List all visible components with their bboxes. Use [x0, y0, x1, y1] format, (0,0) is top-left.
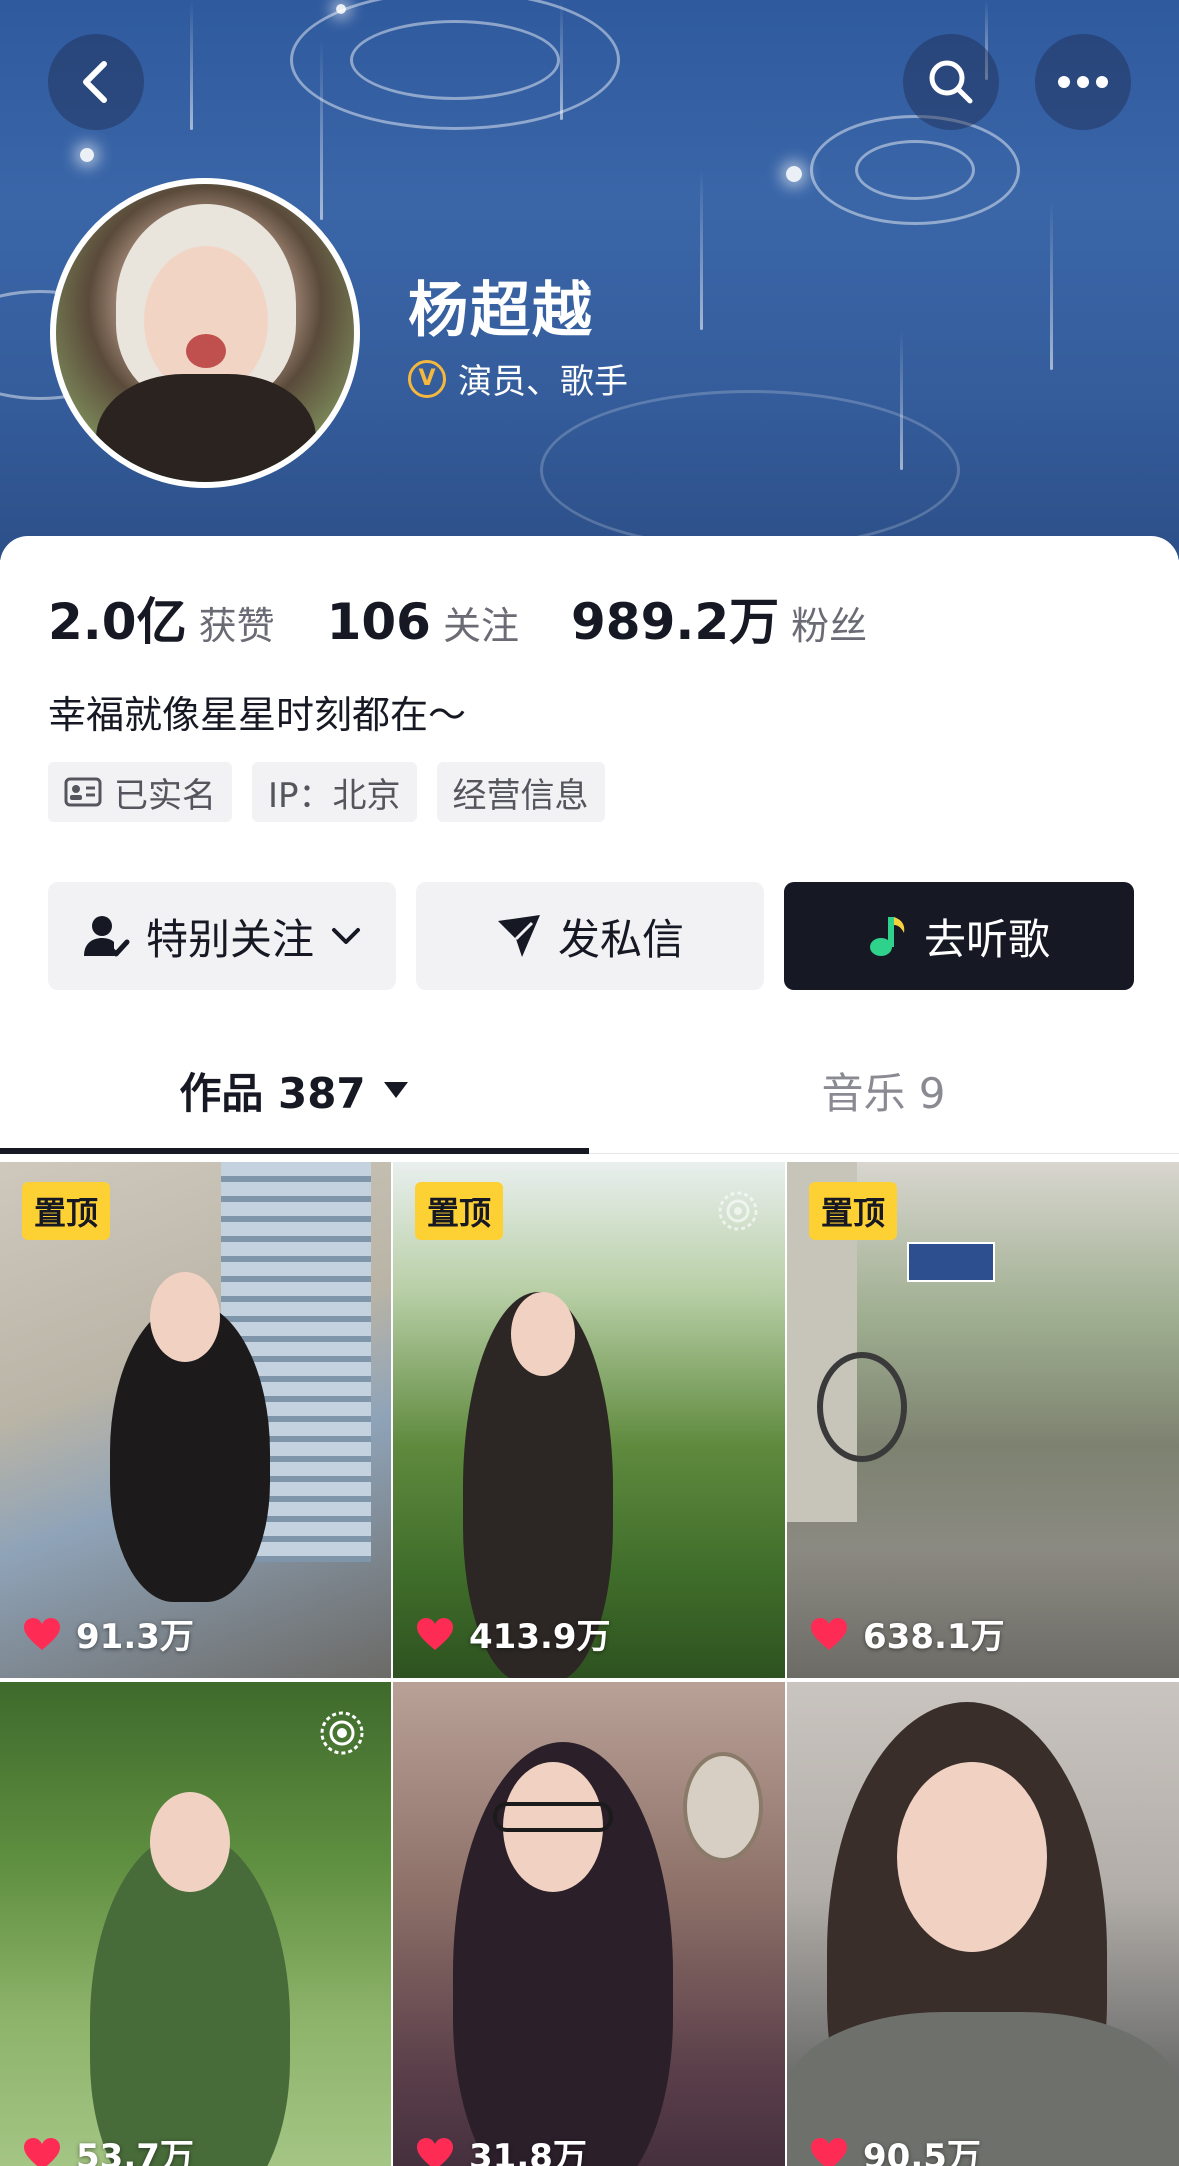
like-count: 638.1万 — [809, 1609, 1005, 1658]
chevron-down-icon — [332, 928, 360, 944]
more-icon — [1058, 76, 1108, 88]
video-thumbnail[interactable]: 置顶 638.1万 — [787, 1162, 1179, 1678]
following-label[interactable]: 关注 — [443, 595, 519, 650]
avatar-hair — [96, 374, 316, 482]
rain-decoration — [190, 0, 193, 130]
like-count-text: 31.8万 — [469, 2137, 587, 2166]
profile-name: 杨超越 — [408, 276, 594, 346]
tab-indicator — [0, 1148, 589, 1154]
tab-works-label: 作品 387 — [179, 1068, 366, 1118]
special-follow-button[interactable]: 特别关注 — [48, 882, 396, 990]
heart-icon — [24, 1617, 60, 1650]
profile-header: 杨超越 V 演员、歌手 — [0, 0, 1179, 560]
likes-label[interactable]: 获赞 — [199, 595, 275, 650]
verified-text: 演员、歌手 — [458, 362, 628, 402]
pinned-badge: 置顶 — [415, 1182, 504, 1240]
ripple-decoration — [855, 140, 975, 200]
like-count-text: 90.5万 — [863, 2137, 981, 2166]
verified-icon: V — [408, 359, 446, 398]
pinned-badge: 置顶 — [809, 1182, 898, 1240]
tab-music-label: 音乐 9 — [821, 1068, 946, 1118]
pinned-badge: 置顶 — [22, 1182, 111, 1240]
video-thumbnail[interactable]: 置顶 413.9万 — [393, 1162, 785, 1678]
send-message-button[interactable]: 发私信 — [416, 882, 764, 990]
video-grid: 置顶 91.3万 置顶 413.9万 置顶 638.1万 53.7万 31.8万… — [0, 1162, 1179, 2166]
search-icon — [929, 60, 973, 104]
user-check-icon — [83, 916, 130, 957]
tab-works[interactable]: 作品 387 — [0, 1026, 589, 1154]
person-face — [897, 1762, 1047, 1952]
bio-text: 幸福就像星星时刻都在～ — [48, 693, 467, 737]
verified-row: V 演员、歌手 — [408, 354, 628, 403]
caret-down-icon — [383, 1082, 408, 1098]
listen-music-label: 去听歌 — [923, 914, 1050, 964]
avatar[interactable] — [50, 178, 360, 488]
content-tabs: 作品 387 音乐 9 — [0, 1026, 1179, 1154]
tag-ip[interactable]: IP：北京 — [252, 762, 417, 822]
back-button[interactable] — [48, 34, 144, 130]
live-photo-icon — [718, 1191, 758, 1231]
special-follow-label: 特别关注 — [145, 914, 314, 964]
id-card-icon — [64, 777, 102, 807]
like-count: 53.7万 — [22, 2129, 194, 2166]
like-count: 31.8万 — [415, 2129, 587, 2166]
tag-business-info[interactable]: 经营信息 — [436, 762, 605, 822]
tag-row: 已实名 IP：北京 经营信息 — [48, 762, 605, 822]
video-thumbnail[interactable]: 31.8万 — [393, 1682, 785, 2166]
like-count: 90.5万 — [809, 2129, 981, 2166]
person-face — [150, 1792, 230, 1892]
person-face — [150, 1272, 220, 1362]
like-count: 413.9万 — [415, 1609, 611, 1658]
music-note-icon — [869, 917, 905, 956]
rain-decoration — [700, 170, 703, 330]
likes-count[interactable]: 2.0亿 — [48, 582, 187, 654]
like-count-text: 53.7万 — [76, 2137, 194, 2166]
heart-icon — [417, 2137, 453, 2166]
bicycle-decoration — [817, 1352, 907, 1462]
video-thumbnail[interactable]: 置顶 91.3万 — [0, 1162, 391, 1678]
followers-count[interactable]: 989.2万 — [571, 582, 779, 654]
rain-decoration — [1050, 200, 1053, 370]
heart-icon — [811, 1617, 847, 1650]
stats-row: 2.0亿 获赞 106 关注 989.2万 粉丝 — [48, 582, 919, 654]
tag-verified-realname[interactable]: 已实名 — [48, 762, 232, 822]
video-thumbnail[interactable]: 53.7万 — [0, 1682, 391, 2166]
action-row: 特别关注 发私信 去听歌 — [48, 882, 1134, 990]
like-count-text: 638.1万 — [863, 1617, 1005, 1657]
search-button[interactable] — [903, 34, 999, 130]
sparkle-decoration — [80, 148, 94, 162]
ripple-decoration — [540, 390, 960, 550]
ripple-decoration — [350, 20, 560, 100]
person-face — [511, 1292, 575, 1376]
back-icon — [83, 61, 107, 103]
tag-label: 已实名 — [114, 775, 216, 816]
glasses-decoration — [493, 1802, 613, 1832]
heart-icon — [24, 2137, 60, 2166]
heart-icon — [811, 2137, 847, 2166]
mirror-decoration — [683, 1752, 763, 1862]
tag-label: 经营信息 — [452, 775, 589, 816]
avatar-mouth — [186, 334, 226, 368]
street-sign-decoration — [907, 1242, 995, 1282]
like-count-text: 91.3万 — [76, 1617, 194, 1657]
video-thumbnail[interactable]: 90.5万 — [787, 1682, 1179, 2166]
like-count: 91.3万 — [22, 1609, 194, 1658]
tab-music[interactable]: 音乐 9 — [589, 1026, 1178, 1154]
like-count-text: 413.9万 — [469, 1617, 611, 1657]
heart-icon — [417, 1617, 453, 1650]
send-icon — [497, 915, 540, 957]
following-count[interactable]: 106 — [327, 593, 431, 651]
listen-music-button[interactable]: 去听歌 — [784, 882, 1134, 990]
tag-label: IP：北京 — [268, 775, 401, 816]
live-photo-icon — [320, 1711, 364, 1755]
send-message-label: 发私信 — [557, 914, 684, 964]
sparkle-decoration — [786, 166, 802, 182]
sparkle-decoration — [336, 4, 346, 14]
more-button[interactable] — [1035, 34, 1131, 130]
followers-label[interactable]: 粉丝 — [791, 595, 867, 650]
